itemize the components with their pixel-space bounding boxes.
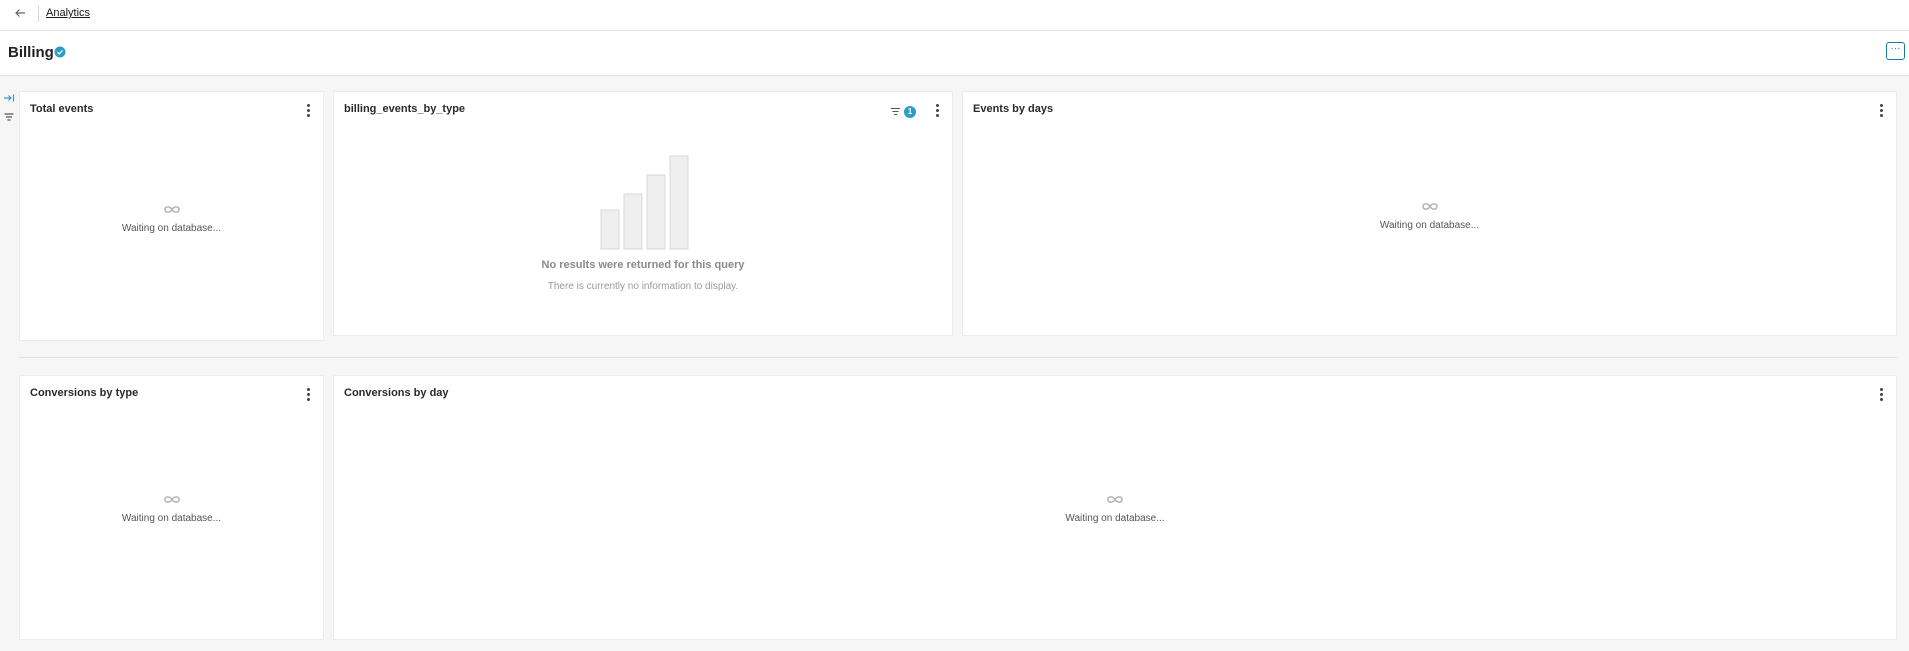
loading-state: Waiting on database...	[20, 494, 323, 524]
verified-icon	[54, 46, 66, 58]
back-arrow-icon[interactable]	[12, 6, 28, 22]
kebab-menu-icon[interactable]	[302, 388, 314, 402]
card-title: Events by days	[973, 103, 1054, 115]
loading-loop-icon	[1107, 496, 1123, 503]
card-events-by-days: Events by days Waiting on database...	[962, 91, 1897, 336]
status-text: Waiting on database...	[1065, 513, 1165, 524]
card-filter-badge[interactable]: 1	[888, 104, 920, 120]
breadcrumb-analytics[interactable]: Analytics	[46, 7, 90, 19]
kebab-menu-icon[interactable]	[931, 104, 943, 118]
kebab-menu-icon[interactable]	[1875, 388, 1887, 402]
more-options-button[interactable]: ···	[1886, 42, 1905, 60]
row-divider	[19, 357, 1897, 358]
page-title: Billing	[8, 44, 54, 61]
empty-state-title: No results were returned for this query	[541, 259, 745, 271]
empty-bar-chart-icon	[600, 155, 689, 250]
empty-state-subtitle: There is currently no information to dis…	[547, 281, 739, 292]
card-total-events: Total events Waiting on database...	[19, 91, 324, 341]
status-text: Waiting on database...	[1379, 220, 1480, 231]
loading-state: Waiting on database...	[334, 494, 1896, 524]
loading-state: Waiting on database...	[20, 204, 323, 234]
nav-separator	[38, 6, 39, 22]
collapse-sidebar-icon[interactable]	[3, 92, 15, 104]
filter-count-badge: 1	[904, 106, 916, 118]
status-text: Waiting on database...	[121, 223, 222, 234]
card-conversions-by-day: Conversions by day Waiting on database..…	[333, 375, 1897, 640]
card-billing-events-by-type: billing_events_by_type 1 No results were…	[333, 91, 953, 336]
card-title: Total events	[30, 103, 94, 115]
card-conversions-by-type: Conversions by type Waiting on database.…	[19, 375, 324, 640]
loading-loop-icon	[163, 496, 180, 503]
kebab-menu-icon[interactable]	[1875, 104, 1887, 118]
top-nav-bar: Analytics	[0, 0, 1909, 31]
filter-icon	[891, 107, 900, 116]
page-header: Billing ···	[0, 31, 1909, 76]
filter-icon[interactable]	[3, 111, 15, 123]
card-title: Conversions by day	[344, 387, 449, 399]
kebab-menu-icon[interactable]	[302, 104, 314, 118]
loading-loop-icon	[163, 206, 180, 213]
status-text: Waiting on database...	[121, 513, 222, 524]
card-title: billing_events_by_type	[344, 103, 466, 115]
loading-state: Waiting on database...	[963, 201, 1896, 231]
card-title: Conversions by type	[30, 387, 139, 399]
loading-loop-icon	[1421, 203, 1438, 210]
